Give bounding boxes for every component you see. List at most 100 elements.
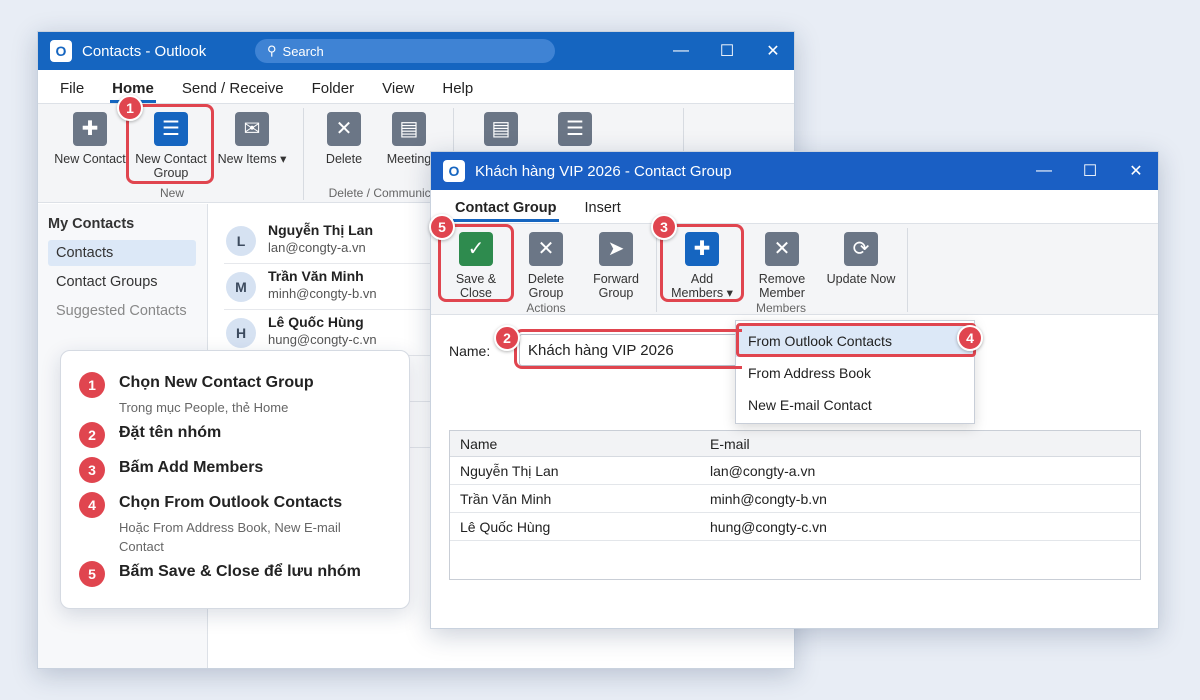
step-number: 4 [79,492,105,518]
sidebar-heading: My Contacts [48,216,135,232]
menu-send-receive[interactable]: Send / Receive [182,80,284,97]
sidebar-item-contact-groups[interactable]: Contact Groups [48,269,196,295]
x-icon: ✕ [327,112,361,146]
list-item[interactable]: L Nguyễn Thị Lan lan@congty-a.vn [224,218,444,264]
update-now-label: Update Now [826,272,896,286]
menu-item-from-address-book[interactable]: From Address Book [736,357,974,389]
delete-label: Delete [325,152,363,166]
contact-group-ribbon: ✓ Save & Close ✕ Delete Group ➤ Forward … [431,223,1158,315]
step-subtitle: Trong mục People, thẻ Home [119,400,289,415]
step-number: 5 [79,561,105,587]
group-label-actions: Actions [526,301,566,315]
list-item[interactable]: M Trần Văn Minh minh@congty-b.vn [224,264,444,310]
delete-group-button[interactable]: ✕ Delete Group [515,232,577,300]
sidebar-item-suggested-contacts[interactable]: Suggested Contacts [48,298,196,324]
maximize-button[interactable]: ☐ [704,32,750,70]
member-name: Nguyễn Thị Lan [460,463,559,479]
highlight-name-field [514,329,742,369]
contact-email: minh@congty-b.vn [268,286,377,301]
tab-insert[interactable]: Insert [585,200,621,216]
envelope-icon: ✉ [235,112,269,146]
avatar: L [226,226,256,256]
step-number: 1 [79,372,105,398]
step-title: Bấm Add Members [119,459,264,476]
plus-icon: ✚ [73,112,107,146]
member-email: minh@congty-b.vn [710,491,827,507]
new-contact-button[interactable]: ✚ New Contact [52,112,128,166]
forward-group-button[interactable]: ➤ Forward Group [585,232,647,300]
title-bar: O Contacts - Outlook ⚲ Search — ☐ ✕ [38,32,794,70]
avatar: H [226,318,256,348]
ribbon-button[interactable]: ▤ [476,112,526,152]
step-title: Chọn From Outlook Contacts [119,494,343,511]
remove-member-label: Remove Member [758,272,806,300]
search-box[interactable]: ⚲ Search [255,39,555,63]
menu-view[interactable]: View [382,80,414,97]
contact-email: lan@congty-a.vn [268,240,366,255]
column-header-name[interactable]: Name [460,436,497,452]
step-number: 3 [79,457,105,483]
document-icon: ▤ [484,112,518,146]
highlight-from-outlook-contacts [736,323,976,357]
sidebar-item-contacts[interactable]: Contacts [48,240,196,266]
menu-item-new-email-contact[interactable]: New E-mail Contact [736,389,974,421]
close-button[interactable]: ✕ [1113,152,1159,190]
window-title: Khách hàng VIP 2026 - Contact Group [475,162,732,180]
step-badge-2: 2 [494,325,520,351]
menu-file[interactable]: File [60,80,84,97]
document-icon: ▤ [392,112,426,146]
table-row[interactable]: Trần Văn Minh minh@congty-b.vn [450,485,1140,513]
contact-email: hung@congty-c.vn [268,332,377,347]
title-bar: O Khách hàng VIP 2026 - Contact Group — … [431,152,1158,190]
contact-name: Trần Văn Minh [268,268,364,284]
delete-group-label: Delete Group [527,272,565,300]
maximize-button[interactable]: ☐ [1067,152,1113,190]
table-row[interactable]: Lê Quốc Hùng hung@congty-c.vn [450,513,1140,541]
column-header-email[interactable]: E-mail [710,436,750,452]
new-contact-label: New Contact [54,152,126,166]
step-title: Đặt tên nhóm [119,424,222,441]
minimize-button[interactable]: — [1021,152,1067,190]
member-email: lan@congty-a.vn [710,463,816,479]
search-icon: ⚲ [267,43,277,58]
update-now-button[interactable]: ⟳ Update Now [823,232,899,286]
ribbon-separator [303,108,304,200]
ribbon-separator [656,228,657,312]
step-number: 2 [79,422,105,448]
step-badge-4: 4 [957,325,983,351]
meeting-label: Meeting [386,152,432,166]
step-title: Bấm Save & Close để lưu nhóm [119,563,361,580]
step-subtitle: Hoặc From Address Book, New E-mail Conta… [119,520,341,554]
group-label-members: Members [755,301,806,315]
steps-card: 1 Chọn New Contact Group Trong mục Peopl… [60,350,410,609]
group-label-new: New [159,186,184,200]
new-items-label: New Items ▾ [217,152,287,166]
name-label: Name: [449,343,491,359]
table-header: Name E-mail [450,431,1140,457]
outlook-logo-icon: O [50,40,72,62]
contact-name: Nguyễn Thị Lan [268,222,373,238]
minimize-button[interactable]: — [658,32,704,70]
tab-bar: Contact Group Insert [453,200,649,222]
ribbon-button[interactable]: ☰ [550,112,600,152]
delete-button[interactable]: ✕ Delete [314,112,374,166]
forward-group-label: Forward Group [593,272,639,300]
table-row[interactable]: Nguyễn Thị Lan lan@congty-a.vn [450,457,1140,485]
member-email: hung@congty-c.vn [710,519,827,535]
new-items-button[interactable]: ✉ New Items ▾ [214,112,290,166]
menu-folder[interactable]: Folder [312,80,355,97]
contact-name: Lê Quốc Hùng [268,314,364,330]
tab-contact-group[interactable]: Contact Group [453,200,558,222]
forward-arrow-icon: ➤ [599,232,633,266]
remove-member-button[interactable]: ✕ Remove Member [749,232,815,300]
search-placeholder: Search [282,43,324,59]
members-table: Name E-mail Nguyễn Thị Lan lan@congty-a.… [449,430,1141,580]
avatar: M [226,272,256,302]
member-name: Trần Văn Minh [460,491,552,507]
x-icon: ✕ [765,232,799,266]
step-badge-1: 1 [117,95,143,121]
step-title: Chọn New Contact Group [119,374,314,391]
ribbon-separator [907,228,908,312]
close-button[interactable]: ✕ [750,32,796,70]
menu-help[interactable]: Help [442,80,473,97]
